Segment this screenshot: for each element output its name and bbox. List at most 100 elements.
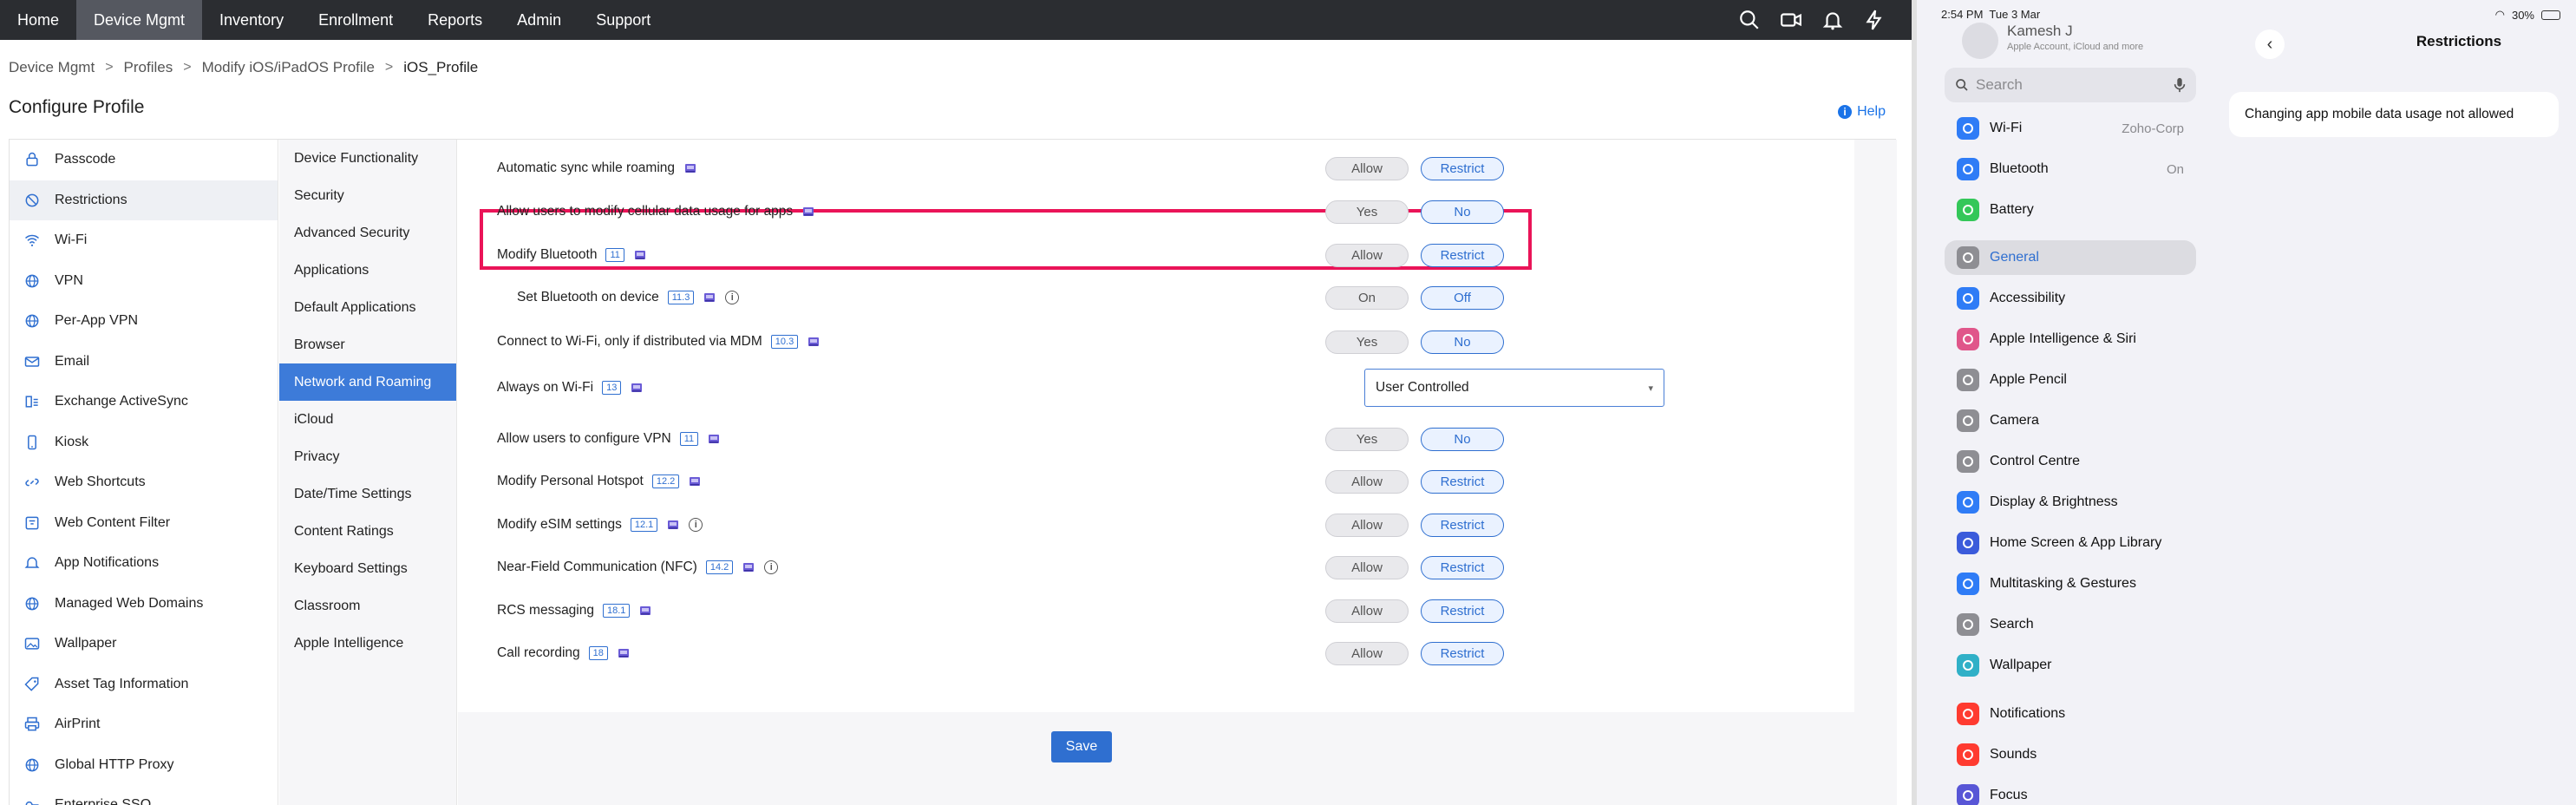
video-icon[interactable]	[1780, 9, 1802, 31]
category-exchange-activesync[interactable]: Exchange ActiveSync	[10, 382, 278, 422]
subcategory-content-ratings[interactable]: Content Ratings	[279, 513, 456, 550]
settings-item-notifications[interactable]: Notifications	[1945, 697, 2196, 731]
category-restrictions[interactable]: Restrictions	[10, 180, 278, 220]
subcategory-advanced-security[interactable]: Advanced Security	[279, 214, 456, 252]
settings-item-camera[interactable]: Camera	[1945, 403, 2196, 438]
breadcrumb-current: iOS_Profile	[403, 59, 479, 75]
subcategory-privacy[interactable]: Privacy	[279, 438, 456, 475]
category-wi-fi[interactable]: Wi-Fi	[10, 220, 278, 261]
nav-device-mgmt[interactable]: Device Mgmt	[76, 0, 203, 40]
nav-reports[interactable]: Reports	[410, 0, 500, 40]
category-wallpaper[interactable]: Wallpaper	[10, 624, 278, 664]
category-enterprise-sso[interactable]: Enterprise SSO	[10, 785, 278, 805]
save-button[interactable]: Save	[1051, 731, 1112, 762]
category-label: Email	[55, 353, 90, 369]
lightning-icon[interactable]	[1863, 9, 1886, 31]
subcategory-device-functionality[interactable]: Device Functionality	[279, 140, 456, 177]
settings-item-bluetooth[interactable]: Bluetooth On	[1945, 152, 2196, 187]
option-restrict-button[interactable]: Restrict	[1421, 513, 1504, 537]
option-restrict-button[interactable]: Restrict	[1421, 156, 1504, 180]
settings-item-wallpaper[interactable]: Wallpaper	[1945, 648, 2196, 683]
settings-item-apple-pencil[interactable]: Apple Pencil	[1945, 363, 2196, 397]
option-off-button[interactable]: Off	[1421, 285, 1504, 310]
breadcrumb-modify-profile[interactable]: Modify iOS/iPadOS Profile	[202, 59, 375, 76]
option-allow-button[interactable]: Allow	[1325, 469, 1409, 494]
nav-inventory[interactable]: Inventory	[202, 0, 301, 40]
subcategory-applications[interactable]: Applications	[279, 252, 456, 289]
settings-item-wi-fi[interactable]: Wi-Fi Zoho-Corp	[1945, 111, 2196, 146]
supervised-device-icon	[668, 520, 679, 529]
info-icon[interactable]: i	[725, 291, 740, 304]
category-asset-tag-information[interactable]: Asset Tag Information	[10, 664, 278, 705]
option-on-button[interactable]: On	[1325, 285, 1409, 310]
settings-item-home-screen-app-library[interactable]: Home Screen & App Library	[1945, 526, 2196, 560]
option-allow-button[interactable]: Allow	[1325, 513, 1409, 537]
option-restrict-button[interactable]: Restrict	[1421, 641, 1504, 665]
option-allow-button[interactable]: Allow	[1325, 156, 1409, 180]
option-no-button[interactable]: No	[1421, 330, 1504, 354]
category-airprint[interactable]: AirPrint	[10, 704, 278, 745]
category-managed-web-domains[interactable]: Managed Web Domains	[10, 584, 278, 625]
option-allow-button[interactable]: Allow	[1325, 243, 1409, 267]
setting-label: Modify Bluetooth	[497, 247, 598, 262]
option-yes-button[interactable]: Yes	[1325, 200, 1409, 224]
settings-item-battery[interactable]: Battery	[1945, 193, 2196, 227]
subcategory-security[interactable]: Security	[279, 177, 456, 214]
subcategory-apple-intelligence[interactable]: Apple Intelligence	[279, 625, 456, 662]
microphone-icon[interactable]	[2174, 77, 2186, 93]
settings-item-general[interactable]: General	[1945, 240, 2196, 275]
category-passcode[interactable]: Passcode	[10, 140, 278, 180]
always-on-wifi-select[interactable]: User Controlled ▾	[1364, 369, 1664, 407]
option-restrict-button[interactable]: Restrict	[1421, 599, 1504, 623]
settings-item-display-brightness[interactable]: Display & Brightness	[1945, 485, 2196, 520]
subcategory-classroom[interactable]: Classroom	[279, 587, 456, 625]
nav-support[interactable]: Support	[579, 0, 668, 40]
info-icon[interactable]: i	[764, 560, 779, 574]
option-allow-button[interactable]: Allow	[1325, 555, 1409, 579]
category-email[interactable]: Email	[10, 342, 278, 383]
settings-item-focus[interactable]: Focus	[1945, 778, 2196, 805]
nav-enrollment[interactable]: Enrollment	[301, 0, 410, 40]
option-restrict-button[interactable]: Restrict	[1421, 555, 1504, 579]
option-allow-button[interactable]: Allow	[1325, 599, 1409, 623]
subcategory-date-time-settings[interactable]: Date/Time Settings	[279, 475, 456, 513]
category-web-content-filter[interactable]: Web Content Filter	[10, 503, 278, 544]
info-icon[interactable]: i	[689, 518, 703, 532]
subcategory-network-and-roaming[interactable]: Network and Roaming	[279, 363, 456, 401]
subcategory-default-applications[interactable]: Default Applications	[279, 289, 456, 326]
option-restrict-button[interactable]: Restrict	[1421, 469, 1504, 494]
category-vpn[interactable]: VPN	[10, 261, 278, 302]
subcategory-icloud[interactable]: iCloud	[279, 401, 456, 438]
bell-icon[interactable]	[1821, 9, 1844, 31]
search-icon[interactable]	[1738, 9, 1761, 31]
category-web-shortcuts[interactable]: Web Shortcuts	[10, 462, 278, 503]
category-app-notifications[interactable]: App Notifications	[10, 543, 278, 584]
payload-category-list: Passcode Restrictions Wi-Fi VPN Per-App VPN E…	[10, 140, 278, 805]
settings-search-input[interactable]: Search	[1945, 68, 2196, 102]
breadcrumb-profiles[interactable]: Profiles	[124, 59, 173, 76]
category-kiosk[interactable]: Kiosk	[10, 422, 278, 463]
settings-item-multitasking-gestures[interactable]: Multitasking & Gestures	[1945, 566, 2196, 601]
nav-admin[interactable]: Admin	[500, 0, 579, 40]
option-yes-button[interactable]: Yes	[1325, 330, 1409, 354]
breadcrumb-device-mgmt[interactable]: Device Mgmt	[9, 59, 95, 76]
settings-item-control-centre[interactable]: Control Centre	[1945, 444, 2196, 479]
category-per-app-vpn[interactable]: Per-App VPN	[10, 301, 278, 342]
settings-item-sounds[interactable]: Sounds	[1945, 737, 2196, 772]
help-link[interactable]: i Help	[1838, 104, 1886, 120]
option-allow-button[interactable]: Allow	[1325, 641, 1409, 665]
battery-icon	[1957, 199, 1979, 221]
settings-item-search[interactable]: Search	[1945, 607, 2196, 642]
settings-item-accessibility[interactable]: Accessibility	[1945, 281, 2196, 316]
option-restrict-button[interactable]: Restrict	[1421, 243, 1504, 267]
option-yes-button[interactable]: Yes	[1325, 427, 1409, 451]
setting-label: Modify eSIM settings	[497, 517, 622, 532]
category-global-http-proxy[interactable]: Global HTTP Proxy	[10, 745, 278, 786]
subcategory-keyboard-settings[interactable]: Keyboard Settings	[279, 550, 456, 587]
option-no-button[interactable]: No	[1421, 200, 1504, 224]
settings-item-apple-intelligence-siri[interactable]: Apple Intelligence & Siri	[1945, 322, 2196, 357]
subcategory-browser[interactable]: Browser	[279, 326, 456, 363]
option-no-button[interactable]: No	[1421, 427, 1504, 451]
apple-account[interactable]: Kamesh J Apple Account, iCloud and more	[1962, 17, 2196, 59]
nav-home[interactable]: Home	[0, 0, 76, 40]
